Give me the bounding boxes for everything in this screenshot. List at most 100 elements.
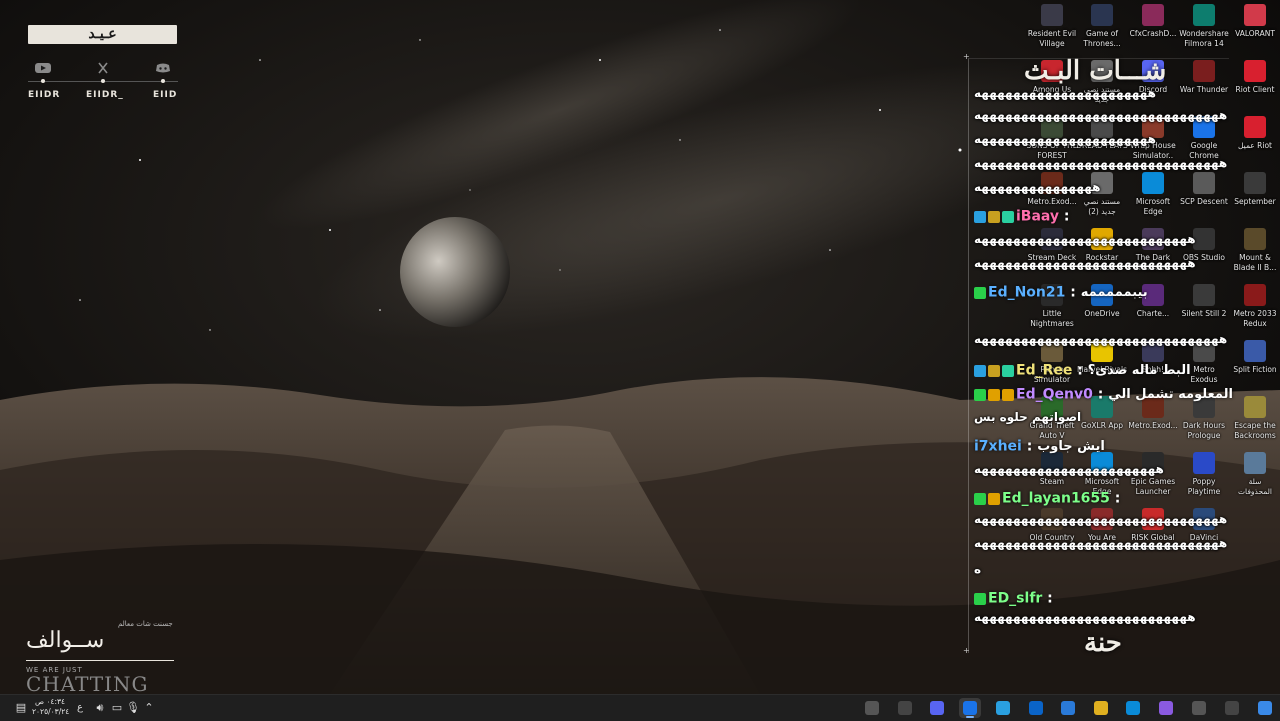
discord-icon bbox=[930, 701, 944, 715]
chat-username: i7xhei bbox=[974, 438, 1022, 455]
bottom-left-big-text: CHATTING bbox=[26, 672, 149, 696]
shortcut-label: September bbox=[1234, 197, 1276, 206]
desktop-shortcut[interactable]: Split Fiction bbox=[1228, 340, 1280, 375]
escape-backrooms-icon bbox=[1244, 396, 1266, 418]
chat-message-text: هههههههههههههههههههههههههههههههه bbox=[974, 108, 1228, 122]
chat-inline-text: ايش جاوب bbox=[1037, 439, 1105, 454]
taskbar-app[interactable] bbox=[894, 698, 916, 718]
shortcut-label: Metro 2033 Redux bbox=[1233, 309, 1277, 328]
network-icon[interactable]: ▭ bbox=[110, 700, 124, 716]
chat-separator: : bbox=[1072, 362, 1088, 379]
social-dot bbox=[41, 79, 45, 83]
chat-message-text: هههههههههههههههههههههههههههههههه bbox=[974, 332, 1228, 346]
taskbar-clock[interactable]: ٠٤:٣٤ ص ٢٠٢٥/٠٣/٢٤ bbox=[32, 697, 69, 717]
chat-user-message: Ed_Ree : البط ماله صدى؟ bbox=[974, 360, 1191, 379]
input-language-indicator[interactable]: ع bbox=[74, 700, 86, 716]
taskbar-app[interactable] bbox=[1221, 698, 1243, 718]
chat-badge-icon bbox=[974, 592, 986, 605]
chat-message-text: هههههههههههههههههههههههههههه bbox=[974, 610, 1197, 624]
desktop-shortcut[interactable]: September bbox=[1228, 172, 1280, 207]
microphone-icon[interactable]: 🎙︎ bbox=[126, 700, 140, 716]
taskbar-app[interactable] bbox=[1122, 698, 1144, 718]
desktop-shortcut[interactable]: Resident Evil Village bbox=[1025, 4, 1079, 49]
taskbar-app[interactable] bbox=[1155, 698, 1177, 718]
chat-inline-text: البط ماله صدى؟ bbox=[1087, 363, 1191, 378]
chat-frame bbox=[968, 58, 1229, 653]
search-icon bbox=[1225, 701, 1239, 715]
volume-icon[interactable]: 🔊︎ bbox=[92, 700, 108, 716]
taskbar-app[interactable] bbox=[1025, 698, 1047, 718]
shortcut-label: سلة المحذوفات bbox=[1237, 477, 1273, 496]
chat-message-text: اصواتهم حلوه بس bbox=[974, 410, 1082, 424]
chat-badge-icon bbox=[1002, 388, 1014, 401]
chat-badge-icon bbox=[974, 210, 986, 223]
social-youtube: EIIDR bbox=[18, 62, 68, 100]
chat-separator: : bbox=[1092, 386, 1109, 403]
chat-message-text: ههههههههههههههههههههههه bbox=[974, 86, 1157, 100]
desktop-shortcut[interactable]: Escape the Backrooms bbox=[1228, 396, 1280, 441]
taskbar-app[interactable] bbox=[861, 698, 883, 718]
edge-icon bbox=[1126, 701, 1140, 715]
desktop-shortcut[interactable]: CfxCrashD... bbox=[1126, 4, 1180, 39]
chat-username: Ed_Qenv0 bbox=[1016, 386, 1093, 403]
chat-username: Ed_layan1655 bbox=[1002, 490, 1110, 507]
chat-message-text: هههههههههههههههه bbox=[974, 180, 1102, 194]
shortcut-label: Mount & Blade II B... bbox=[1233, 253, 1277, 272]
chat-badge-icon bbox=[988, 364, 1000, 377]
clock-time: ٠٤:٣٤ ص bbox=[34, 697, 66, 706]
stream-brand-plate: عـيـد bbox=[28, 25, 177, 44]
chat-badge-icon bbox=[988, 210, 1000, 223]
social-x: EIIDR_ bbox=[78, 62, 128, 100]
shortcut-label: Game of Thrones... bbox=[1083, 29, 1121, 48]
desktop-shortcut[interactable]: Riot Client bbox=[1228, 60, 1280, 95]
taskbar-app[interactable] bbox=[1090, 698, 1112, 718]
chat-inline-text: المعلومه تشمل الي bbox=[1108, 387, 1233, 402]
riot-client-icon bbox=[1244, 60, 1266, 82]
youtube-icon bbox=[35, 63, 51, 73]
chat-user-message: Ed_Non21 : بيبمممممه bbox=[974, 282, 1148, 301]
chat-separator: : bbox=[1042, 590, 1053, 607]
taskbar-app[interactable] bbox=[992, 698, 1014, 718]
chat-footer-logo: حنة bbox=[1084, 628, 1122, 658]
chat-badge-icon bbox=[974, 364, 986, 377]
shortcut-label: CfxCrashD... bbox=[1129, 29, 1177, 38]
youtube-handle: EIIDR bbox=[28, 90, 61, 100]
task-view-icon bbox=[1192, 701, 1206, 715]
chat-user-message: i7xhei : ايش جاوب bbox=[974, 436, 1105, 455]
chevron-up-icon[interactable]: ⌃ bbox=[142, 700, 156, 716]
chat-username: Ed_Ree bbox=[1016, 362, 1073, 379]
desktop-shortcut[interactable]: Mount & Blade II B... bbox=[1228, 228, 1280, 273]
x-handle: EIIDR_ bbox=[86, 90, 124, 100]
frame-corner-icon: + bbox=[963, 646, 970, 655]
copilot-icon bbox=[1159, 701, 1173, 715]
recycle-bin-icon bbox=[1244, 452, 1266, 474]
chat-message-text: هههههههههههههههههههههههههههههههه bbox=[974, 156, 1228, 170]
chat-user-message: Ed_layan1655 : bbox=[974, 488, 1120, 507]
taskbar-app[interactable] bbox=[1254, 698, 1276, 718]
chat-message-text: ههههههههههههههههههههههه bbox=[974, 132, 1157, 146]
desktop-shortcut[interactable]: Game of Thrones... bbox=[1075, 4, 1129, 49]
shortcut-label: VALORANT bbox=[1235, 29, 1275, 38]
desktop-shortcut[interactable]: Metro 2033 Redux bbox=[1228, 284, 1280, 329]
social-links: EIIDR EIIDR_ EIID bbox=[28, 62, 178, 102]
chat-username: iBaay bbox=[1016, 208, 1060, 225]
shortcut-label: Resident Evil Village bbox=[1027, 29, 1077, 48]
notification-icon[interactable]: ▤ bbox=[14, 700, 28, 716]
chat-user-message: ED_slfr : bbox=[974, 588, 1053, 607]
taskbar-app[interactable] bbox=[959, 698, 981, 718]
taskbar-app[interactable] bbox=[1057, 698, 1079, 718]
chat-badge-icon bbox=[988, 388, 1000, 401]
taskbar-app[interactable] bbox=[1188, 698, 1210, 718]
filmora-icon bbox=[1193, 4, 1215, 26]
september-icon bbox=[1244, 172, 1266, 194]
shortcut-label: Escape the Backrooms bbox=[1234, 421, 1276, 440]
bottom-left-title: ســوالف bbox=[26, 628, 105, 653]
split-fiction-icon bbox=[1244, 340, 1266, 362]
chat-message-text: ه bbox=[974, 562, 982, 576]
desktop-shortcut[interactable]: Wondershare Filmora 14 bbox=[1177, 4, 1231, 49]
desktop-shortcut[interactable]: عميل Riot bbox=[1228, 116, 1280, 151]
taskbar-app[interactable] bbox=[926, 698, 948, 718]
chat-badge-icon bbox=[988, 492, 1000, 505]
desktop-shortcut[interactable]: سلة المحذوفات bbox=[1228, 452, 1280, 497]
desktop-shortcut[interactable]: VALORANT bbox=[1228, 4, 1280, 39]
